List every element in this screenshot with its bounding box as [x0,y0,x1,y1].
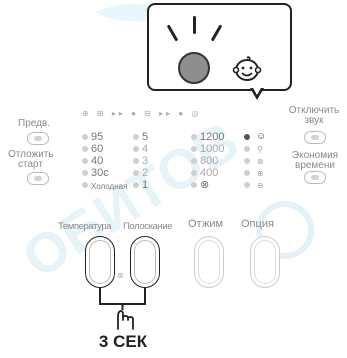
spin-label: Отжим [188,218,224,230]
option-led-active [244,134,250,140]
temperature-led [82,158,88,164]
rinse-value: 5 [142,131,149,143]
callout-led-indicator [178,52,210,84]
option-label: Опция [241,218,274,230]
baby-face-icon [232,56,262,81]
temperature-led [82,146,88,152]
baby-care-option-icon: ☺ [256,131,267,142]
delay-start-button[interactable] [27,172,49,185]
option-icon: ⚲ [257,145,263,154]
temperature-value: 30c [91,167,109,179]
temperature-led [82,182,88,188]
option-icon: ⊕ [257,169,264,178]
prewash-label: Предв. [18,118,51,129]
spin-value: 800 [200,155,219,167]
option-led [244,146,250,152]
rinse-led [133,134,139,140]
temperature-value: 60 [91,143,104,155]
spin-value: 1000 [200,143,225,155]
spin-value: 400 [200,167,219,179]
temperature-led [82,170,88,176]
mute-sound-label: Отключить звук [288,105,340,126]
rinse-value: 3 [142,155,149,167]
rinse-led [133,182,139,188]
delay-start-label: Отложить старт [8,149,54,170]
spin-led [191,182,197,188]
temperature-value: 95 [91,131,104,143]
pointing-hand-icon [117,310,134,330]
rinse-label: Полоскание [123,221,173,232]
option-led [244,170,250,176]
time-saving-button[interactable] [304,171,326,184]
callout-bubble [147,3,292,91]
light-ray [193,16,196,34]
temperature-label: Температура [58,221,112,232]
rinse-value: 4 [142,143,149,155]
program-icons-row: ⊕ ⊞ ▸▸ ● ⊟ ▸▸ ● ◎ [82,109,202,118]
time-saving-label: Экономия времени [291,150,339,171]
rinse-led [133,146,139,152]
spin-value: ⊗ [200,179,210,191]
option-led [244,182,250,188]
mute-sound-button[interactable] [304,131,326,144]
prewash-button[interactable] [27,132,49,145]
temperature-value: Холодная [91,182,128,191]
spin-led [191,134,197,140]
rinse-value: 1 [142,179,149,191]
option-icon: ⊗ [257,157,264,166]
temperature-led [82,134,88,140]
hold-time-text: 3 СЕК [98,332,148,351]
spin-button[interactable] [194,236,224,288]
rinse-value: 2 [142,167,149,179]
spin-led [191,146,197,152]
spin-led [191,158,197,164]
spin-led [191,170,197,176]
option-led [244,158,250,164]
rinse-led [133,158,139,164]
temperature-value: 40 [91,155,104,167]
rinse-led [133,170,139,176]
option-button[interactable] [250,236,280,288]
option-icon: ⊖ [257,181,264,190]
lock-icon: ⊛ [117,271,124,280]
spin-value: 1200 [200,131,225,143]
